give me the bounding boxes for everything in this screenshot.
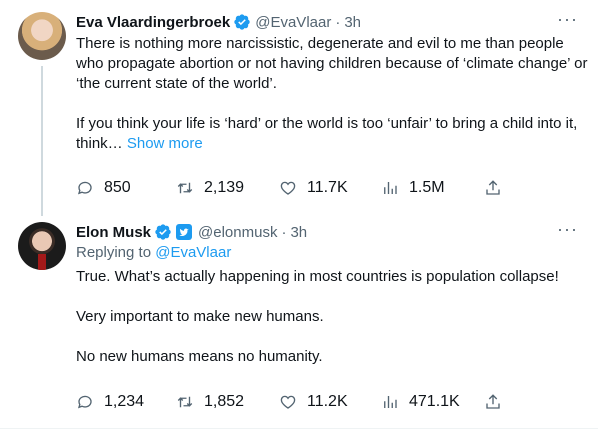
- views-button[interactable]: 1.5M: [381, 178, 445, 198]
- like-count: 11.7K: [307, 179, 348, 196]
- tweet-paragraph: If you think your life is ‘hard’ or the …: [76, 114, 588, 154]
- retweet-icon: [177, 182, 193, 194]
- verified-badge-icon: [154, 223, 172, 241]
- retweet-icon: [177, 396, 193, 408]
- tweet-time[interactable]: 3h: [290, 224, 307, 241]
- tweet-header: Eva Vlaardingerbroek @EvaVlaar · 3h: [76, 12, 361, 32]
- views-button[interactable]: 471.1K: [381, 392, 460, 412]
- reply-button[interactable]: 850: [76, 178, 131, 198]
- heart-icon: [280, 181, 296, 195]
- tweet-paragraph: No new humans means no humanity.: [76, 348, 323, 365]
- share-icon: [486, 394, 500, 409]
- more-options-icon[interactable]: ···: [557, 220, 578, 238]
- reply-count: 1,234: [104, 393, 145, 410]
- share-button[interactable]: [484, 392, 512, 412]
- tweet-text: True. What’s actually happening in most …: [76, 267, 588, 367]
- reply-button[interactable]: 1,234: [76, 392, 144, 412]
- avatar[interactable]: [18, 222, 66, 270]
- separator-dot: ·: [281, 223, 287, 241]
- separator-dot: ·: [335, 13, 341, 31]
- verified-badge-icon: [233, 13, 251, 31]
- tweet-paragraph: Very important to make new humans.: [76, 308, 324, 325]
- avatar[interactable]: [18, 12, 66, 60]
- reply-icon: [77, 395, 92, 409]
- heart-icon: [280, 395, 296, 409]
- reply-icon: [77, 181, 92, 195]
- views-chart-icon: [384, 182, 397, 194]
- tweet-paragraph: True. What’s actually happening in most …: [76, 268, 559, 285]
- show-more-link[interactable]: Show more: [127, 135, 203, 152]
- share-icon: [486, 180, 500, 195]
- reply-count: 850: [104, 179, 131, 196]
- retweet-button[interactable]: 2,139: [176, 178, 244, 198]
- author-handle[interactable]: @elonmusk: [198, 224, 277, 241]
- author-name[interactable]: Eva Vlaardingerbroek: [76, 14, 230, 31]
- thread-line: [41, 66, 43, 216]
- twitter-logo-badge-icon: [176, 224, 193, 240]
- replying-to: Replying to @EvaVlaar: [76, 244, 231, 261]
- retweet-count: 1,852: [204, 393, 245, 410]
- tweet-text: There is nothing more narcissistic, dege…: [76, 34, 588, 154]
- like-count: 11.2K: [307, 393, 348, 410]
- like-button[interactable]: 11.2K: [279, 392, 348, 412]
- share-button[interactable]: [484, 178, 512, 198]
- views-count: 471.1K: [409, 393, 460, 410]
- tweet-elon[interactable]: Elon Musk @elonmusk · 3h ··· Replying to…: [0, 210, 598, 429]
- views-count: 1.5M: [409, 179, 445, 196]
- retweet-button[interactable]: 1,852: [176, 392, 244, 412]
- tweet-header: Elon Musk @elonmusk · 3h: [76, 222, 307, 242]
- tweet-paragraph: There is nothing more narcissistic, dege…: [76, 35, 588, 92]
- avatar-detail: [38, 254, 46, 270]
- replying-to-handle[interactable]: @EvaVlaar: [155, 244, 231, 261]
- tweet-time[interactable]: 3h: [344, 14, 361, 31]
- views-chart-icon: [384, 396, 397, 408]
- tweet-eva[interactable]: Eva Vlaardingerbroek @EvaVlaar · 3h ··· …: [0, 0, 598, 216]
- author-name[interactable]: Elon Musk: [76, 224, 151, 241]
- more-options-icon[interactable]: ···: [557, 10, 578, 28]
- author-handle[interactable]: @EvaVlaar: [255, 14, 331, 31]
- replying-to-label: Replying to: [76, 244, 156, 261]
- retweet-count: 2,139: [204, 179, 245, 196]
- like-button[interactable]: 11.7K: [279, 178, 348, 198]
